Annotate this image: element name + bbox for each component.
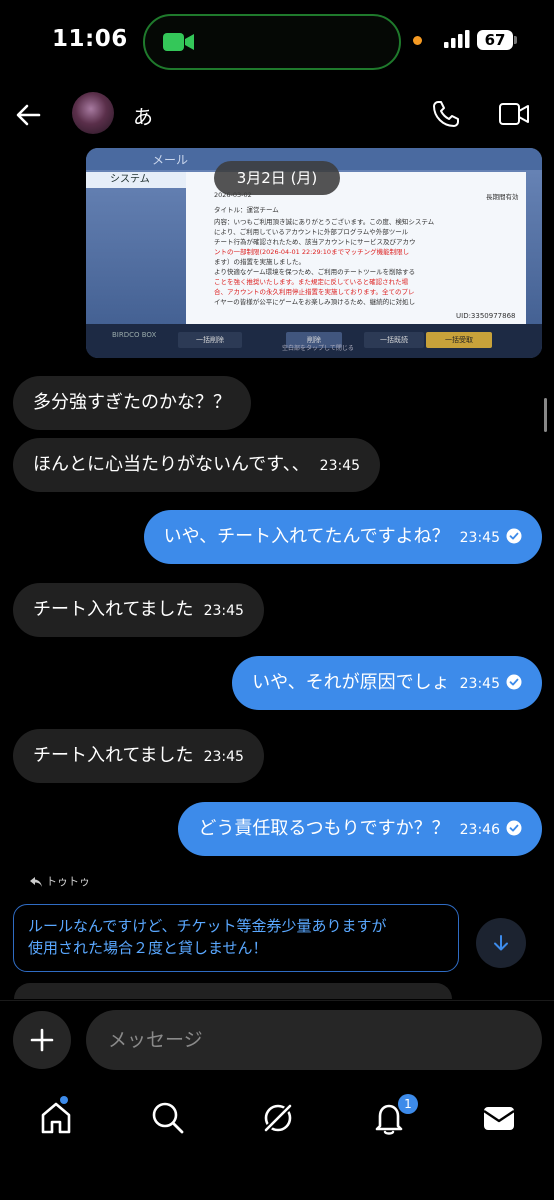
screenshot-line: チート行為が確認されたため、該当アカウントにサービス及びアカウ <box>214 238 416 246</box>
screenshot-line: ントの一部制限(2026-04-01 22:29:10までマッチング機能制限し <box>214 248 410 256</box>
screenshot-bottom-bar: BIRDCO BOX 一括削除 削除 一括既読 一括受取 <box>86 324 542 358</box>
date-separator: 3月2日 (月) <box>214 161 340 195</box>
outgoing-message[interactable]: どう責任取るつもりですか？？ 23:46 <box>178 802 542 856</box>
message-time: 23:45 <box>203 749 244 765</box>
message-text: チート入れてました <box>33 599 194 620</box>
message-time: 23:45 <box>203 603 244 619</box>
scroll-to-bottom-button[interactable] <box>476 918 526 968</box>
home-indicator-area <box>0 1150 554 1200</box>
privacy-indicator-dot <box>413 36 422 45</box>
reply-sender-label: トゥトゥ <box>46 875 90 888</box>
message-text: どう責任取るつもりですか？？ <box>198 818 450 839</box>
contact-avatar[interactable] <box>72 92 114 134</box>
message-time: 23:45 <box>459 530 500 546</box>
message-time: 23:45 <box>319 458 361 474</box>
incoming-message[interactable]: ほんとに心当たりがないんです、、 23:45 <box>13 438 381 492</box>
outgoing-message[interactable]: いや、チート入れてたんですよね？ 23:45 <box>143 510 542 564</box>
search-icon[interactable] <box>150 1100 186 1136</box>
screenshot-tab: システム <box>86 172 186 188</box>
message-text: いや、チート入れてたんですよね？ <box>163 526 450 547</box>
screenshot-uid: UID:3350977868 <box>456 312 516 320</box>
screenshot-tap-hint: 空白部をタップして閉じる <box>282 345 354 352</box>
quoted-text-line: 使用された場合２度と貸しません！ <box>28 939 268 957</box>
call-icon[interactable] <box>430 98 462 130</box>
screenshot-line: ます）の措置を実施しました。 <box>214 258 305 266</box>
read-check-icon <box>506 820 522 836</box>
plus-icon <box>30 1028 54 1052</box>
message-time: 23:46 <box>459 822 500 838</box>
message-time: 23:45 <box>459 676 500 692</box>
incoming-message[interactable]: 多分強すぎたのかな？？ <box>13 376 251 430</box>
video-call-icon[interactable] <box>498 100 530 128</box>
screenshot-line: 合、アカウントの永久利用停止措置を実施しております。全てのプレ <box>214 288 415 296</box>
composer-divider <box>0 1000 554 1001</box>
scrollbar[interactable] <box>544 398 547 432</box>
screenshot-top-label: メール <box>152 153 189 167</box>
status-bar: 11:06 67 <box>0 0 554 84</box>
battery-level: 67 <box>477 30 513 50</box>
screenshot-line: により、ご利用しているアカウントに外部プログラムや外部ツール <box>214 228 409 236</box>
facetime-camera-icon <box>163 33 194 51</box>
add-attachment-button[interactable] <box>13 1011 71 1069</box>
arrow-down-icon <box>494 935 508 951</box>
reply-icon <box>30 877 42 887</box>
message-text: ほんとに心当たりがないんです、、 <box>33 454 310 475</box>
screenshot-line: 内容：いつもご利用頂き誠にありがとうございます。この度、検知システム <box>214 218 435 226</box>
battery-tip <box>514 36 517 44</box>
screenshot-box-logo: BIRDCO BOX <box>112 331 157 339</box>
read-check-icon <box>506 674 522 690</box>
partial-incoming-message <box>14 983 452 999</box>
quoted-message[interactable]: ルールなんですけど、チケット等金券少量ありますが 使用された場合２度と貸しません… <box>13 904 459 972</box>
chat-header: あ <box>0 84 554 146</box>
message-input[interactable] <box>86 1010 542 1070</box>
notification-count-badge: 1 <box>398 1094 418 1114</box>
message-text: チート入れてました <box>33 745 194 766</box>
screenshot-line: より快適なゲーム環境を保つため、ご利用のチートツールを削除する <box>214 268 416 276</box>
back-arrow-icon[interactable] <box>12 98 46 132</box>
dynamic-island <box>143 14 401 70</box>
quoted-text-line: ルールなんですけど、チケット等金券少量ありますが <box>28 917 387 935</box>
screenshot-button: 一括受取 <box>426 332 492 348</box>
grok-icon[interactable] <box>260 1100 296 1136</box>
screenshot-line: ことを強く推奨いたします。また規定に反していると確認された場 <box>214 278 409 286</box>
read-check-icon <box>506 528 522 544</box>
screenshot-right-label: 長期間有効 <box>486 193 519 201</box>
incoming-message[interactable]: チート入れてました 23:45 <box>13 729 264 783</box>
cellular-signal-icon <box>444 30 470 48</box>
home-icon[interactable] <box>38 1100 74 1136</box>
screenshot-line: タイトル：運営チーム <box>214 206 279 214</box>
screenshot-line: イヤーの皆様が公平にゲームをお楽しみ頂けるため、継続的に対処し <box>214 298 416 306</box>
message-text: 多分強すぎたのかな？？ <box>33 392 231 413</box>
screenshot-button: 一括削除 <box>178 332 242 348</box>
bottom-navigation: 1 <box>0 1086 554 1150</box>
messages-icon[interactable] <box>481 1100 517 1136</box>
home-unread-dot <box>60 1096 68 1104</box>
screenshot-button: 一括既読 <box>364 332 424 348</box>
contact-name[interactable]: あ <box>133 101 153 130</box>
message-text: いや、それが原因でしょ <box>252 672 450 693</box>
incoming-message[interactable]: チート入れてました 23:45 <box>13 583 264 637</box>
status-time: 11:06 <box>52 26 128 52</box>
outgoing-message[interactable]: いや、それが原因でしょ 23:45 <box>232 656 542 710</box>
